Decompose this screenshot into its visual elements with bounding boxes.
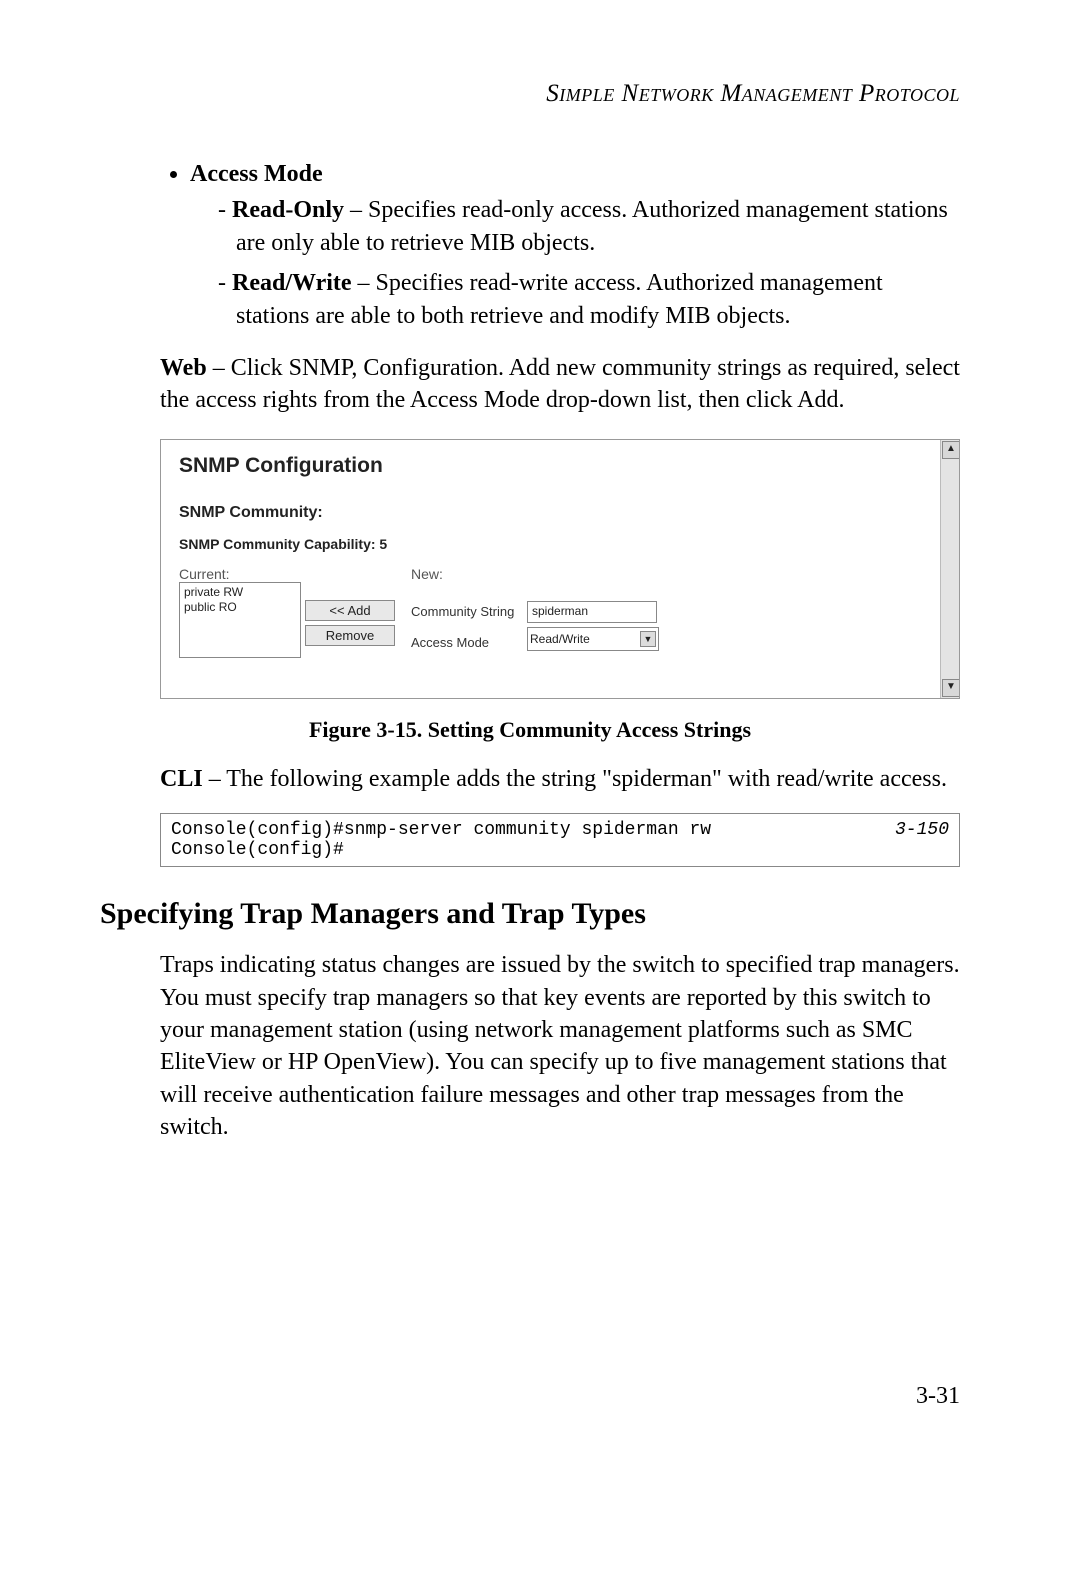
current-label: Current:	[179, 566, 299, 582]
section-heading: Specifying Trap Managers and Trap Types	[100, 897, 960, 931]
access-mode-bullet: Access Mode Read-Only – Specifies read-o…	[160, 158, 960, 332]
panel-capability: SNMP Community Capability: 5	[179, 536, 933, 552]
access-mode-field-label: Access Mode	[411, 631, 521, 650]
figure-caption: Figure 3-15. Setting Community Access St…	[100, 717, 960, 743]
list-item[interactable]: private RW	[184, 585, 296, 600]
read-only-item: Read-Only – Specifies read-only access. …	[218, 194, 960, 259]
remove-button[interactable]: Remove	[305, 625, 395, 646]
current-community-listbox[interactable]: private RW public RO	[179, 582, 301, 658]
running-header: Simple Network Management Protocol	[100, 80, 960, 108]
page-number: 3-31	[100, 1383, 960, 1410]
scrollbar[interactable]: ▲ ▼	[940, 440, 959, 698]
panel-title: SNMP Configuration	[179, 454, 933, 478]
scroll-down-icon[interactable]: ▼	[942, 679, 960, 697]
cli-paragraph: CLI – The following example adds the str…	[160, 763, 960, 795]
section-paragraph: Traps indicating status changes are issu…	[160, 949, 960, 1143]
web-paragraph: Web – Click SNMP, Configuration. Add new…	[160, 352, 960, 417]
add-button[interactable]: << Add	[305, 600, 395, 621]
community-string-input[interactable]: spiderman	[527, 601, 657, 623]
list-item[interactable]: public RO	[184, 600, 296, 615]
access-mode-select[interactable]: Read/Write ▼	[527, 627, 659, 651]
new-label: New:	[411, 566, 521, 582]
cli-code-block: Console(config)#snmp-server community sp…	[160, 813, 960, 867]
read-write-item: Read/Write – Specifies read-write access…	[218, 267, 960, 332]
scroll-up-icon[interactable]: ▲	[942, 441, 960, 459]
panel-subtitle: SNMP Community:	[179, 504, 933, 522]
chevron-down-icon[interactable]: ▼	[640, 631, 656, 647]
snmp-config-screenshot: SNMP Configuration SNMP Community: SNMP …	[160, 439, 960, 699]
access-mode-label: Access Mode	[190, 161, 323, 187]
community-string-label: Community String	[411, 600, 521, 619]
